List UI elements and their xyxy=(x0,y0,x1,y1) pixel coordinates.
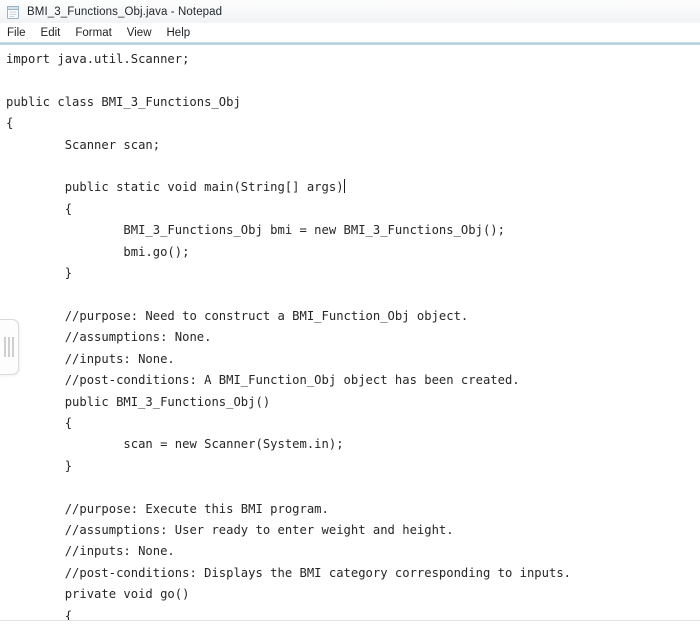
editor-textarea[interactable]: import java.util.Scanner; public class B… xyxy=(0,45,700,620)
editor-text-before-caret: import java.util.Scanner; public class B… xyxy=(6,52,344,195)
menu-item-edit[interactable]: Edit xyxy=(41,27,61,39)
menu-item-format[interactable]: Format xyxy=(75,27,111,39)
title-bar: BMI_3_Functions_Obj.java - Notepad xyxy=(0,0,700,23)
menu-bar: File Edit Format View Help xyxy=(0,23,700,42)
window-title: BMI_3_Functions_Obj.java - Notepad xyxy=(27,5,223,18)
edge-grip-handle[interactable] xyxy=(0,319,19,375)
grip-lines-icon xyxy=(3,337,14,357)
bottom-divider xyxy=(0,620,700,621)
notepad-icon xyxy=(5,4,21,20)
menu-item-file[interactable]: File xyxy=(7,27,26,39)
menu-item-view[interactable]: View xyxy=(127,27,152,39)
notepad-window: BMI_3_Functions_Obj.java - Notepad File … xyxy=(0,0,700,625)
text-caret xyxy=(343,179,345,194)
menu-item-help[interactable]: Help xyxy=(167,27,191,39)
editor-content[interactable]: import java.util.Scanner; public class B… xyxy=(0,45,700,620)
editor-text-after-caret: { BMI_3_Functions_Obj bmi = new BMI_3_Fu… xyxy=(64,201,571,620)
